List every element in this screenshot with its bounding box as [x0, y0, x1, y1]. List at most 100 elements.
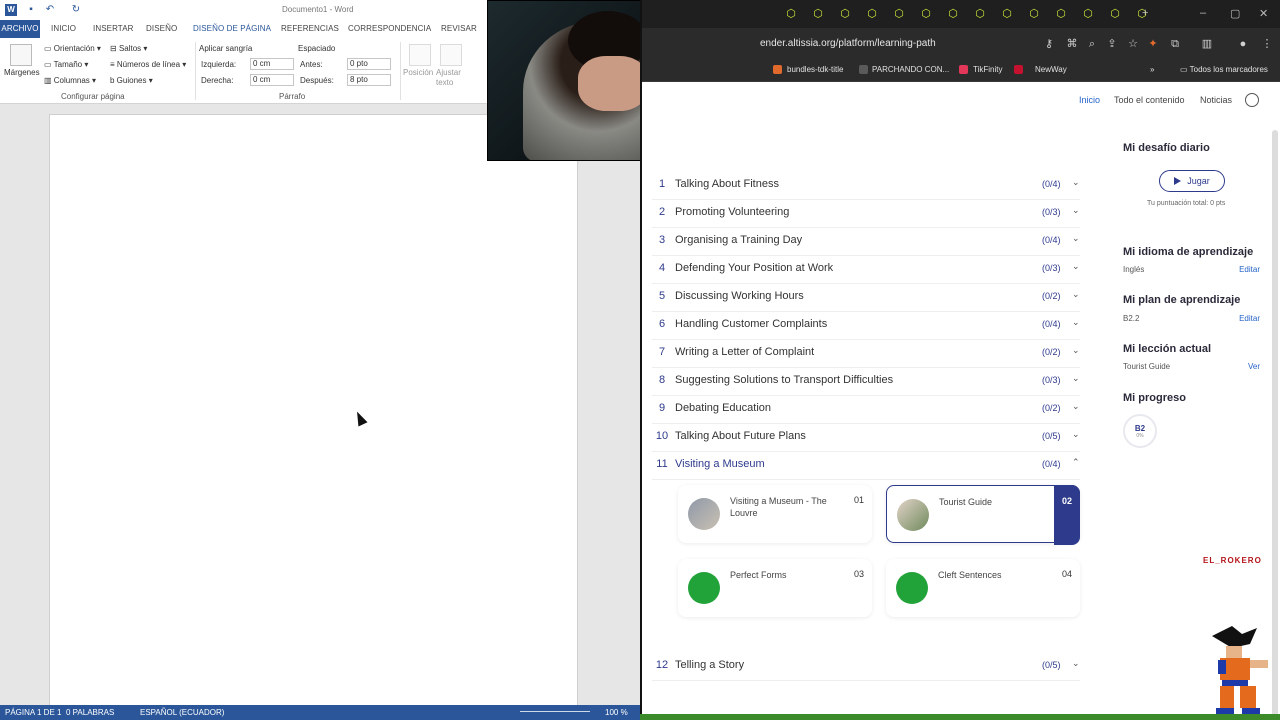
browser-tab-favicon-icon[interactable]: ⬡ [947, 8, 959, 20]
chevron-down-icon[interactable]: ⌄ [1072, 317, 1080, 328]
lesson-title[interactable]: Defending Your Position at Work [675, 262, 833, 274]
lesson-row[interactable]: 8 Suggesting Solutions to Transport Diffi… [652, 368, 1080, 396]
lesson-row[interactable]: 3 Organising a Training Day (0/4) ⌄ [652, 228, 1080, 256]
nav-home[interactable]: Inicio [1079, 95, 1100, 105]
sidebar-icon[interactable]: ▥ [1200, 37, 1214, 51]
extension-icon[interactable]: ✦ [1146, 37, 1160, 51]
new-tab-button[interactable]: + [1142, 7, 1148, 19]
play-button[interactable]: Jugar [1159, 170, 1225, 192]
chevron-down-icon[interactable]: ⌄ [1072, 289, 1080, 300]
browser-tab-favicon-icon[interactable]: ⬡ [920, 8, 932, 20]
lesson-row[interactable]: 12 Telling a Story (0/5) ⌄ [652, 653, 1080, 681]
browser-tab-favicon-icon[interactable]: ⬡ [866, 8, 878, 20]
profile-icon[interactable]: ● [1236, 37, 1250, 51]
breaks-button[interactable]: ⊟ Saltos ▾ [110, 44, 147, 53]
bookmark-bundles[interactable]: bundles-tdk-title [787, 65, 843, 74]
browser-tab-favicon-icon[interactable]: ⬡ [1055, 8, 1067, 20]
activity-card[interactable]: Cleft Sentences 04 [886, 559, 1080, 617]
lesson-row[interactable]: 9 Debating Education (0/2) ⌄ [652, 396, 1080, 424]
browser-tab-favicon-icon[interactable]: ⬡ [974, 8, 986, 20]
lesson-row[interactable]: 5 Discussing Working Hours (0/2) ⌄ [652, 284, 1080, 312]
edit-language-link[interactable]: Editar [1239, 265, 1260, 274]
all-bookmarks[interactable]: ▭ Todos los marcadores [1180, 65, 1268, 74]
chevron-up-icon[interactable]: ⌃ [1072, 457, 1080, 468]
lesson-title[interactable]: Talking About Future Plans [675, 430, 806, 442]
chevron-down-icon[interactable]: ⌄ [1072, 345, 1080, 356]
activity-card[interactable]: Visiting a Museum - The Louvre 01 [678, 485, 872, 543]
hyphenation-button[interactable]: b Guiones ▾ [110, 76, 153, 85]
browser-tab-favicon-icon[interactable]: ⬡ [1082, 8, 1094, 20]
address-bar[interactable]: ender.altissia.org/platform/learning-pat… [760, 38, 936, 49]
wrap-text-button[interactable]: Ajustar texto [436, 68, 462, 88]
maximize-icon[interactable]: ▢ [1230, 7, 1240, 20]
lesson-title[interactable]: Organising a Training Day [675, 234, 802, 246]
lesson-title[interactable]: Telling a Story [675, 659, 744, 671]
tab-design[interactable]: DISEÑO [146, 24, 177, 33]
lesson-row[interactable]: 2 Promoting Volunteering (0/3) ⌄ [652, 200, 1080, 228]
wrap-text-icon[interactable] [440, 44, 462, 66]
browser-tab-favicon-icon[interactable]: ⬡ [839, 8, 851, 20]
lesson-title[interactable]: Debating Education [675, 402, 771, 414]
lesson-row[interactable]: 4 Defending Your Position at Work (0/3) ⌄ [652, 256, 1080, 284]
lesson-title[interactable]: Talking About Fitness [675, 178, 779, 190]
share-icon[interactable]: ⇪ [1105, 37, 1119, 51]
activity-card[interactable]: Perfect Forms 03 [678, 559, 872, 617]
minimize-icon[interactable]: – [1200, 7, 1206, 19]
extensions-puzzle-icon[interactable]: ⧉ [1168, 37, 1182, 51]
position-icon[interactable] [409, 44, 431, 66]
page-scrollbar[interactable] [1272, 130, 1278, 720]
chevron-down-icon[interactable]: ⌄ [1072, 429, 1080, 440]
lesson-title[interactable]: Promoting Volunteering [675, 206, 789, 218]
lesson-row[interactable]: 1 Talking About Fitness (0/4) ⌄ [652, 172, 1080, 200]
browser-tab-favicon-icon[interactable]: ⬡ [893, 8, 905, 20]
save-icon[interactable]: ▪ [25, 4, 37, 16]
account-icon[interactable] [1245, 93, 1259, 107]
zoom-icon[interactable]: ⌕ [1085, 37, 1099, 51]
lesson-row[interactable]: 6 Handling Customer Complaints (0/4) ⌄ [652, 312, 1080, 340]
lesson-row[interactable]: 7 Writing a Letter of Complaint (0/2) ⌄ [652, 340, 1080, 368]
bookmark-parchando[interactable]: PARCHANDO CON... [872, 65, 949, 74]
bookmark-star-icon[interactable]: ☆ [1126, 37, 1140, 51]
lesson-title[interactable]: Discussing Working Hours [675, 290, 804, 302]
chevron-down-icon[interactable]: ⌄ [1072, 177, 1080, 188]
tab-file[interactable]: ARCHIVO [0, 20, 40, 38]
tab-mailings[interactable]: CORRESPONDENCIA [348, 24, 431, 33]
chevron-down-icon[interactable]: ⌄ [1072, 401, 1080, 412]
tab-insert[interactable]: INSERTAR [93, 24, 134, 33]
line-numbers-button[interactable]: ≡ Números de línea ▾ [110, 60, 186, 69]
nav-news[interactable]: Noticias [1200, 95, 1232, 105]
bookmark-tikfinity[interactable]: TikFinity [973, 65, 1002, 74]
chevron-down-icon[interactable]: ⌄ [1072, 373, 1080, 384]
bookmark-newway[interactable]: NewWay [1035, 65, 1067, 74]
orientation-button[interactable]: ▭ Orientación ▾ [44, 44, 101, 53]
language-status[interactable]: ESPAÑOL (ECUADOR) [140, 708, 224, 717]
margins-icon[interactable] [10, 44, 32, 66]
margins-button[interactable]: Márgenes [4, 68, 40, 77]
browser-tab-favicon-icon[interactable]: ⬡ [1028, 8, 1040, 20]
key-icon[interactable]: ⚷ [1042, 37, 1056, 51]
activity-card-selected[interactable]: Tourist Guide 02 [886, 485, 1080, 545]
lesson-title[interactable]: Handling Customer Complaints [675, 318, 827, 330]
lesson-title[interactable]: Writing a Letter of Complaint [675, 346, 814, 358]
tab-review[interactable]: REVISAR [441, 24, 477, 33]
zoom-level[interactable]: 100 % [605, 708, 628, 717]
more-bookmarks-icon[interactable]: » [1150, 65, 1154, 74]
chevron-down-icon[interactable]: ⌄ [1072, 233, 1080, 244]
redo-icon[interactable]: ↻ [70, 4, 82, 16]
browser-tab-favicon-icon[interactable]: ⬡ [785, 8, 797, 20]
lesson-title[interactable]: Visiting a Museum [675, 458, 765, 470]
view-lesson-link[interactable]: Ver [1248, 362, 1260, 371]
lesson-title[interactable]: Suggesting Solutions to Transport Diffic… [675, 374, 893, 386]
translate-icon[interactable]: ⌘ [1065, 37, 1079, 51]
tab-references[interactable]: REFERENCIAS [281, 24, 339, 33]
spacing-after-input[interactable]: 8 pto [347, 74, 391, 86]
close-icon[interactable]: ✕ [1259, 7, 1268, 20]
chevron-down-icon[interactable]: ⌄ [1072, 658, 1080, 669]
position-button[interactable]: Posición [403, 68, 433, 77]
document-page[interactable] [49, 114, 578, 714]
edit-plan-link[interactable]: Editar [1239, 314, 1260, 323]
tab-home[interactable]: INICIO [51, 24, 76, 33]
browser-tab-favicon-icon[interactable]: ⬡ [1109, 8, 1121, 20]
undo-icon[interactable]: ↶ [44, 4, 56, 16]
columns-button[interactable]: ▥ Columnas ▾ [44, 76, 96, 85]
